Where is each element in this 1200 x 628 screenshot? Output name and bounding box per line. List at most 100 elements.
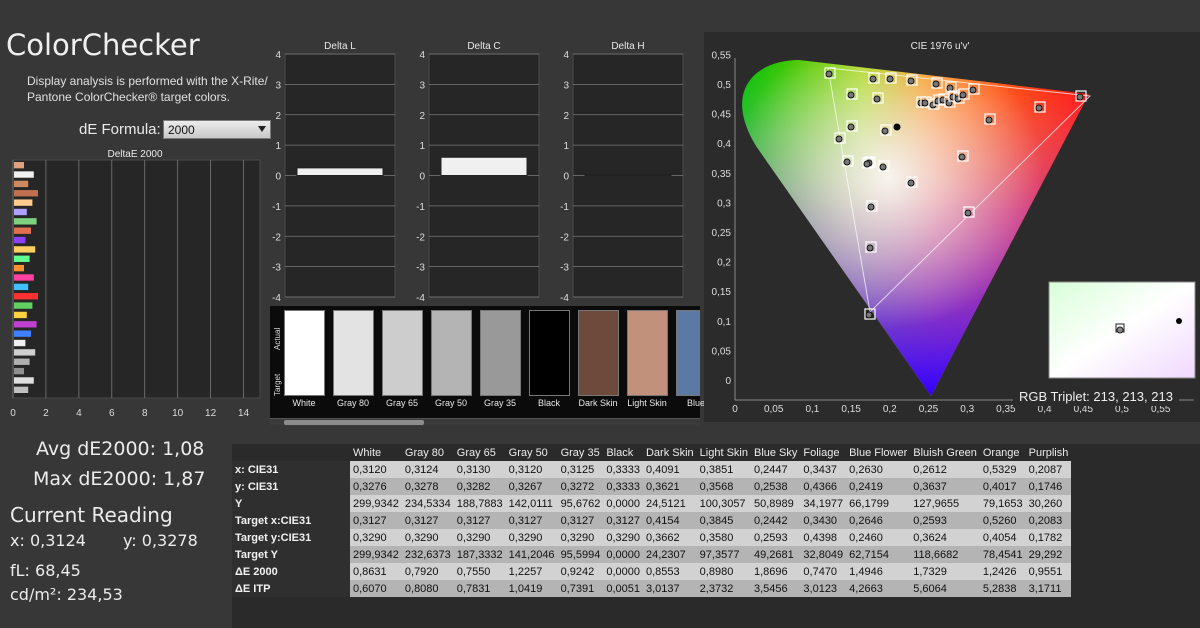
color-swatch[interactable] <box>382 310 423 396</box>
table-cell: 0,3290 <box>453 529 506 546</box>
table-cell: 0,9242 <box>557 563 604 580</box>
table-cell: 299,9342 <box>350 546 402 563</box>
delta-y-tick: 1 <box>275 141 281 152</box>
table-column-header: Dark Skin <box>645 446 694 459</box>
table-cell: 0,9551 <box>1025 563 1072 580</box>
delta-y-tick: -4 <box>560 293 569 302</box>
table-cell: 0,8980 <box>696 563 751 580</box>
table-cell: 0,1746 <box>1025 478 1072 495</box>
table-cell: 118,6682 <box>910 546 980 563</box>
current-y: y: 0,3278 <box>123 531 198 550</box>
color-swatch[interactable] <box>431 310 472 396</box>
table-cell: 0,2419 <box>846 478 911 495</box>
table-cell: 79,1653 <box>979 495 1026 512</box>
delta-y-tick: 3 <box>563 80 569 91</box>
cie-actual-marker <box>1076 93 1084 101</box>
deltae-bar <box>14 227 31 234</box>
cie-actual-marker <box>932 80 940 88</box>
table-cell: 24,2307 <box>642 546 697 563</box>
delta-y-tick: -3 <box>560 263 569 274</box>
cie-actual-marker <box>865 311 873 319</box>
color-swatch[interactable] <box>578 310 619 396</box>
delta-y-tick: -1 <box>416 202 425 213</box>
table-cell: 0,0000 <box>603 546 643 563</box>
table-row: Y 299,9342 234,5334 188,7883 142,0111 95,6762… <box>232 495 1072 512</box>
table-cell: 0,3568 <box>696 478 751 495</box>
current-cdm2: cd/m²: 234,53 <box>10 585 123 604</box>
table-column-header: Blue Flower <box>849 446 908 459</box>
current-fl: fL: 68,45 <box>10 561 81 580</box>
deltae-bar <box>14 358 30 365</box>
table-cell: 1,8696 <box>750 563 801 580</box>
cie-y-tick: 0,3 <box>717 198 731 209</box>
delta-bar <box>584 174 672 176</box>
cie-x-tick: 0,15 <box>841 404 861 415</box>
table-cell: 0,3127 <box>350 512 402 529</box>
swatch-scrollbar[interactable] <box>270 418 700 426</box>
formula-select[interactable]: 2000 <box>163 120 271 139</box>
table-column-header: Gray 50 <box>508 446 548 459</box>
deltae-x-tick: 4 <box>76 408 82 419</box>
table-cell: 0,3333 <box>603 461 643 478</box>
table-cell: 100,3057 <box>696 495 751 512</box>
table-cell: 3,1711 <box>1025 580 1072 597</box>
chevron-down-icon[interactable] <box>258 126 266 132</box>
color-swatch[interactable] <box>529 310 570 396</box>
table-row-label: Target Y <box>232 546 350 563</box>
table-cell: 0,3282 <box>453 478 506 495</box>
color-swatch[interactable] <box>676 310 700 396</box>
table-cell: 0,7550 <box>453 563 506 580</box>
deltae-bar <box>14 302 33 309</box>
table-cell: 1,4946 <box>846 563 911 580</box>
table-cell: 0,2630 <box>846 461 911 478</box>
cie-y-tick: 0 <box>725 376 731 387</box>
color-swatch[interactable] <box>627 310 668 396</box>
table-cell: 1,2426 <box>979 563 1026 580</box>
table-cell: 30,260 <box>1025 495 1072 512</box>
color-swatch[interactable] <box>333 310 374 396</box>
table-cell: 3,5456 <box>750 580 801 597</box>
table-cell: 1,7329 <box>910 563 980 580</box>
cie-actual-marker <box>907 179 915 187</box>
cie-x-tick: 0,3 <box>960 404 974 415</box>
deltae-bar <box>14 283 29 291</box>
delta-y-tick: 0 <box>419 172 425 183</box>
table-cell: 24,5121 <box>642 495 697 512</box>
table-cell: 141,2046 <box>505 546 558 563</box>
cie-actual-marker <box>959 91 967 99</box>
delta-y-tick: 2 <box>563 111 569 122</box>
table-row-label: Y <box>232 495 350 512</box>
deltae-bar <box>14 274 34 281</box>
deltae-x-tick: 14 <box>238 408 250 419</box>
table-cell: 0,3127 <box>453 512 506 529</box>
table-cell: 0,3637 <box>910 478 980 495</box>
table-cell: 0,2083 <box>1025 512 1072 529</box>
swatch-scroll-thumb[interactable] <box>284 420 424 425</box>
target-label: Target <box>273 373 282 396</box>
delta-bar <box>440 156 528 177</box>
deltae-bar <box>14 246 36 253</box>
delta-bar <box>296 167 384 176</box>
color-swatch[interactable] <box>480 310 521 396</box>
table-row-label: Target y:CIE31 <box>232 529 350 546</box>
deltae-bar <box>14 377 34 384</box>
table-column-header: White <box>353 446 382 459</box>
inset-actual-marker <box>1116 326 1124 334</box>
table-cell: 0,3267 <box>505 478 558 495</box>
table-row: Target x:CIE31 0,3127 0,3127 0,3127 0,3127 0,… <box>232 512 1072 529</box>
table-cell: 0,2087 <box>1025 461 1072 478</box>
cie-chart: 0 0,05 0,1 0,15 0,2 0,25 0,3 0,35 0,4 0,45 0,5 0,55… <box>712 50 1196 415</box>
table-cell: 0,4017 <box>979 478 1026 495</box>
table-cell: 0,3662 <box>642 529 697 546</box>
delta-y-tick: 0 <box>275 172 281 183</box>
table-cell: 0,2646 <box>846 512 911 529</box>
table-row: Target y:CIE31 0,3290 0,3290 0,3290 0,3290 0,… <box>232 529 1072 546</box>
cie-actual-marker <box>869 75 877 83</box>
table-cell: 0,3127 <box>401 512 454 529</box>
table-cell: 5,2838 <box>979 580 1026 597</box>
data-table-wrapper[interactable]: White Gray 80 Gray 65 Gray 50 Gray 35 Black Da… <box>232 444 1200 628</box>
cie-actual-marker <box>921 99 929 107</box>
color-swatch[interactable] <box>284 310 325 396</box>
table-cell: 0,3621 <box>642 478 697 495</box>
table-cell: 0,5260 <box>979 512 1026 529</box>
